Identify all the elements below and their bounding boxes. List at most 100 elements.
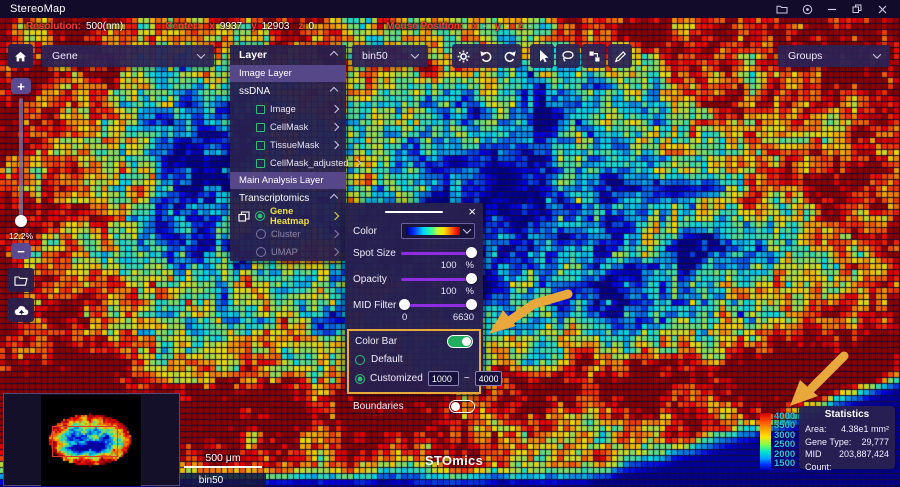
- layer-panel: Layer Image Layer ssDNA Image CellMask T…: [230, 45, 346, 261]
- undo-button[interactable]: [475, 44, 498, 68]
- merge-cells-icon: [588, 50, 601, 63]
- status-bar: Resolution: 500(nm) Center: x9937 y12903…: [26, 21, 531, 32]
- chevron-right-icon: [331, 141, 339, 149]
- chevron-down-icon: [411, 50, 419, 58]
- file-browser-button[interactable]: [8, 268, 34, 292]
- chevron-up-icon: [330, 51, 338, 59]
- chevron-right-icon: [331, 123, 339, 131]
- boundaries-toggle-off[interactable]: [449, 400, 475, 413]
- layer-item-image[interactable]: Image: [230, 100, 346, 118]
- color-bar-toggle-on[interactable]: [447, 335, 473, 348]
- radio-unselected[interactable]: [355, 355, 365, 365]
- radio-selected[interactable]: [355, 374, 365, 384]
- settings-icon[interactable]: [799, 2, 815, 16]
- mid-filter-range-slider[interactable]: [401, 299, 475, 311]
- checkbox-unchecked[interactable]: [256, 159, 265, 168]
- edit-annotation-button[interactable]: [608, 44, 632, 68]
- layer-item-cellmask-adjusted[interactable]: CellMask_adjusted: [230, 154, 346, 172]
- gene-select-dropdown[interactable]: Gene: [42, 45, 214, 67]
- spot-size-slider[interactable]: [401, 247, 475, 259]
- settings-gear-button[interactable]: [452, 44, 475, 68]
- color-bar-row: Color Bar: [355, 335, 473, 348]
- opacity-slider[interactable]: [401, 273, 475, 285]
- plus-icon: +: [17, 80, 25, 93]
- chevron-down-icon: [463, 225, 471, 233]
- zoom-level-readout: 12.2%: [6, 231, 36, 241]
- bin-size-dropdown[interactable]: bin50: [352, 45, 428, 67]
- zoom-slider-handle[interactable]: [15, 215, 27, 227]
- spot-size-row: Spot Size: [353, 247, 475, 259]
- stereomap-window: StereoMap Resolution: 500(nm) Ce: [0, 0, 900, 487]
- close-icon[interactable]: [874, 2, 890, 16]
- color-row: Color: [353, 223, 475, 239]
- window-controls: [774, 2, 890, 16]
- mid-filter-min: 0: [402, 312, 407, 323]
- zoom-slider-track[interactable]: [19, 98, 23, 220]
- view-toolbar: [452, 44, 521, 68]
- statistics-title: Statistics: [805, 409, 889, 420]
- customized-option-row[interactable]: Customized ~: [355, 371, 473, 386]
- layer-item-cluster[interactable]: Cluster: [230, 225, 346, 243]
- chevron-up-icon: [330, 87, 338, 95]
- mouse-position-readout: Mouse Position: x- y- z-: [386, 21, 531, 32]
- zoom-in-button[interactable]: +: [11, 78, 31, 94]
- layer-item-tissuemask[interactable]: TissueMask: [230, 136, 346, 154]
- layer-item-umap[interactable]: UMAP: [230, 243, 346, 261]
- zoom-out-button[interactable]: −: [11, 243, 31, 259]
- checkbox-unchecked[interactable]: [256, 105, 265, 114]
- colormap-dropdown[interactable]: [401, 223, 475, 239]
- pencil-icon: [614, 50, 627, 63]
- custom-max-input[interactable]: [475, 371, 502, 386]
- undo-icon: [480, 50, 493, 62]
- redo-button[interactable]: [498, 44, 521, 68]
- jet-colormap-gradient: [406, 227, 460, 235]
- chevron-right-icon: [331, 248, 339, 256]
- layer-panel-header[interactable]: Layer: [230, 45, 346, 65]
- opacity-value: 100: [441, 286, 457, 297]
- chevron-right-icon: [331, 105, 339, 113]
- lasso-select-button[interactable]: [556, 44, 580, 68]
- resolution-readout: Resolution: 500(nm): [26, 21, 123, 32]
- close-icon[interactable]: ×: [468, 205, 476, 219]
- main-analysis-section-header: Main Analysis Layer: [230, 172, 346, 189]
- minimap-image[interactable]: [41, 395, 141, 486]
- checkbox-unchecked[interactable]: [256, 141, 265, 150]
- transcriptomics-group-row[interactable]: Transcriptomics: [230, 189, 346, 207]
- radio-unselected[interactable]: [256, 229, 266, 239]
- colorbar-legend-gradient: [760, 413, 771, 470]
- checkbox-unchecked[interactable]: [256, 123, 265, 132]
- groups-dropdown[interactable]: Groups: [778, 45, 890, 67]
- layer-item-cellmask[interactable]: CellMask: [230, 118, 346, 136]
- chevron-right-icon: [331, 212, 339, 220]
- cloud-upload-button[interactable]: [8, 298, 34, 322]
- color-bar-highlighted-section: Color Bar Default Customized ~: [347, 329, 481, 394]
- minus-icon: −: [17, 245, 25, 258]
- lasso-icon: [561, 50, 575, 63]
- chevron-down-icon: [197, 50, 205, 58]
- spot-size-value: 100: [441, 260, 457, 271]
- radio-selected[interactable]: [255, 211, 265, 221]
- restore-window-icon[interactable]: [849, 2, 865, 16]
- statistics-panel: Statistics Area:4.38e1 mm² Gene Type:29,…: [799, 406, 895, 469]
- minimap-viewport-rect[interactable]: [52, 426, 118, 457]
- custom-min-input[interactable]: [428, 371, 459, 386]
- open-project-icon[interactable]: [774, 2, 790, 16]
- stat-row-gene-type: Gene Type:29,777: [805, 436, 889, 449]
- pointer-select-button[interactable]: [530, 44, 554, 68]
- stat-row-area: Area:4.38e1 mm²: [805, 423, 889, 436]
- layer-item-gene-heatmap[interactable]: Gene Heatmap: [230, 207, 346, 225]
- center-readout: Center: x9937 y12903 z0: [165, 21, 314, 32]
- home-button[interactable]: [8, 44, 33, 68]
- popup-drag-handle[interactable]: [385, 211, 443, 213]
- merge-selection-button[interactable]: [582, 44, 606, 68]
- home-icon: [14, 51, 27, 62]
- cloud-upload-icon: [14, 305, 29, 316]
- gene-heatmap-settings-popup: × Color Spot Size 100 % Opacity 100: [345, 203, 483, 393]
- ssdna-group-row[interactable]: ssDNA: [230, 82, 346, 100]
- default-option-row[interactable]: Default: [355, 354, 473, 365]
- minimize-icon[interactable]: [824, 2, 840, 16]
- chevron-up-icon: [330, 194, 338, 202]
- folder-icon: [14, 275, 28, 286]
- stomics-watermark: STOmics: [404, 453, 504, 468]
- radio-unselected[interactable]: [256, 247, 266, 257]
